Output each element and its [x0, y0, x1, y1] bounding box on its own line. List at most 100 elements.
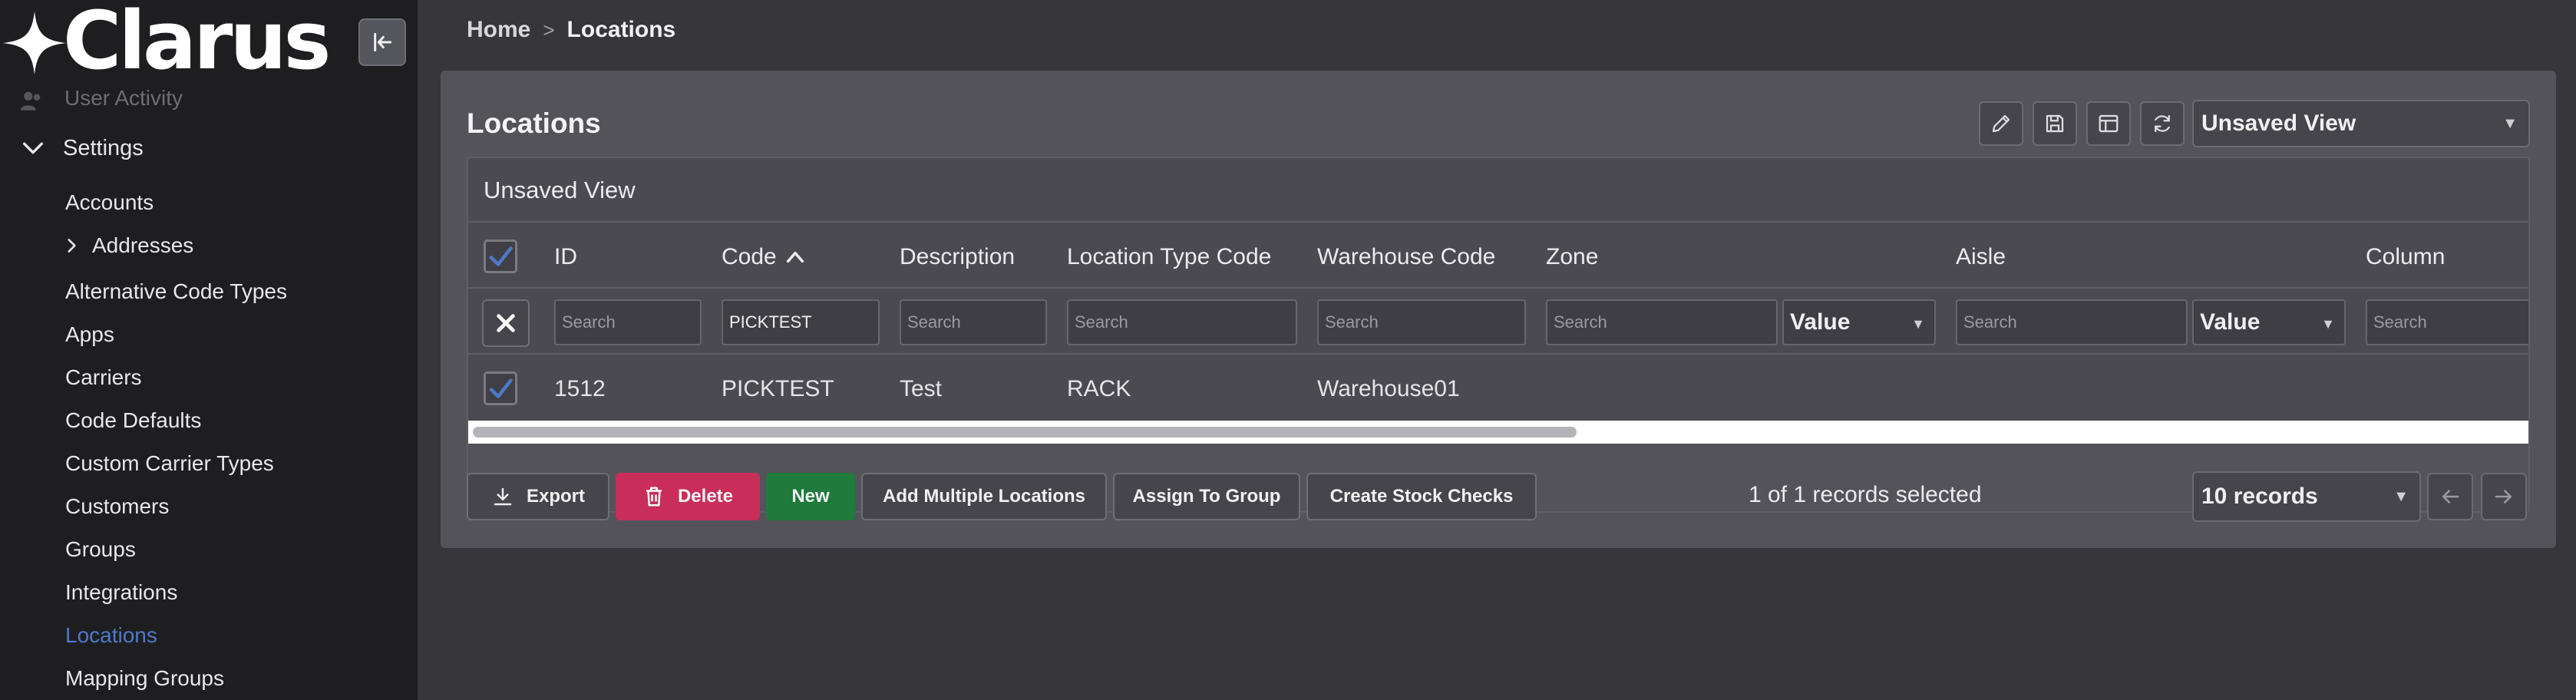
sidebar-item-integrations[interactable]: Integrations [65, 580, 177, 605]
add-multiple-locations-button[interactable]: Add Multiple Locations [861, 473, 1107, 520]
view-select-value: Unsaved View [2201, 111, 2356, 136]
sidebar-item-settings[interactable]: Settings [20, 135, 144, 161]
sidebar-item-custom-carrier-types[interactable]: Custom Carrier Types [65, 451, 274, 476]
view-select[interactable]: Unsaved View ▼ [2192, 100, 2530, 147]
locations-grid: Unsaved View ID Code Description Locatio… [467, 157, 2530, 513]
export-label: Export [526, 486, 585, 507]
delete-label: Delete [677, 486, 734, 507]
layout-icon [2099, 114, 2119, 133]
sidebar-item-user-activity[interactable]: User Activity [64, 86, 183, 111]
save-icon [2046, 114, 2064, 133]
column-header-zone[interactable]: Zone [1546, 244, 1598, 270]
dropdown-arrow-icon: ▼ [1911, 316, 1925, 332]
collapse-sidebar-button[interactable] [358, 18, 406, 66]
assign-to-group-button[interactable]: Assign To Group [1113, 473, 1300, 520]
close-icon [497, 314, 515, 332]
arrow-right-icon [2495, 490, 2512, 504]
filter-column-input[interactable] [2366, 299, 2528, 345]
locations-card: Locations Unsaved View ▼ Unsaved View ID… [441, 71, 2556, 548]
page-size-value: 10 records [2201, 484, 2318, 509]
sidebar-item-label: Addresses [92, 233, 194, 257]
grid-header-row: ID Code Description Location Type Code W… [468, 224, 2528, 289]
cell-description: Test [900, 376, 943, 401]
create-stock-checks-button[interactable]: Create Stock Checks [1306, 473, 1537, 520]
filter-zone-input[interactable] [1546, 299, 1778, 345]
sidebar-item-customers[interactable]: Customers [65, 494, 169, 519]
cell-id: 1512 [554, 376, 606, 401]
refresh-button[interactable] [2140, 101, 2185, 146]
column-header-warehouse-code[interactable]: Warehouse Code [1317, 244, 1495, 270]
filter-warehouse-code-input[interactable] [1317, 299, 1526, 345]
column-header-column[interactable]: Column [2366, 244, 2445, 270]
chevron-right-icon [68, 239, 76, 253]
sidebar-item-mapping-groups[interactable]: Mapping Groups [65, 666, 224, 691]
sidebar-item-label: Settings [63, 135, 144, 160]
column-header-label: Code [722, 244, 777, 269]
filter-zone-operator-select[interactable]: Value ▼ [1782, 299, 1936, 345]
table-row[interactable]: 1512 PICKTEST Test RACK Warehouse01 [468, 356, 2528, 421]
edit-view-button[interactable] [1979, 101, 2023, 146]
app-logo[interactable]: Clarus [2, 0, 347, 88]
new-button[interactable]: New [766, 473, 855, 520]
collapse-left-icon [374, 32, 392, 52]
clear-filters-button[interactable] [482, 299, 530, 347]
filter-aisle-input[interactable] [1956, 299, 2188, 345]
filter-code-input[interactable] [722, 299, 880, 345]
breadcrumb-separator: > [543, 18, 555, 41]
column-header-id[interactable]: ID [554, 244, 577, 270]
next-page-button[interactable] [2481, 473, 2527, 520]
cell-location-type-code: RACK [1067, 376, 1131, 401]
select-all-checkbox[interactable] [484, 239, 517, 273]
filter-location-type-code-input[interactable] [1067, 299, 1297, 345]
sort-ascending-icon [786, 251, 804, 263]
sparkle-logo-icon [2, 11, 67, 75]
sidebar-item-code-defaults[interactable]: Code Defaults [65, 408, 201, 433]
grid-caption: Unsaved View [468, 158, 2528, 223]
sidebar-item-alternative-code-types[interactable]: Alternative Code Types [65, 279, 287, 304]
column-header-aisle[interactable]: Aisle [1956, 244, 2006, 270]
sidebar: Clarus User Activity Settings Accounts A… [0, 0, 418, 700]
pencil-icon [1992, 114, 2010, 133]
save-view-button[interactable] [2033, 101, 2077, 146]
breadcrumb-home[interactable]: Home [467, 17, 530, 43]
filter-description-input[interactable] [900, 299, 1047, 345]
page-size-select[interactable]: 10 records ▼ [2192, 471, 2421, 522]
page-title: Locations [467, 107, 601, 139]
chevron-down-icon [22, 142, 44, 154]
checkmark-icon [489, 378, 513, 398]
download-icon [494, 487, 512, 506]
dropdown-arrow-icon: ▼ [2502, 115, 2518, 132]
column-header-description[interactable]: Description [900, 244, 1015, 270]
sidebar-item-carriers[interactable]: Carriers [65, 365, 142, 390]
sidebar-item-addresses[interactable]: Addresses [61, 233, 193, 258]
column-header-location-type-code[interactable]: Location Type Code [1067, 244, 1271, 270]
delete-button[interactable]: Delete [616, 473, 760, 520]
previous-page-button[interactable] [2427, 473, 2473, 520]
export-button[interactable]: Export [467, 473, 609, 520]
horizontal-scrollbar[interactable] [468, 421, 2528, 444]
sidebar-item-apps[interactable]: Apps [65, 322, 114, 347]
grid-filter-row: Value ▼ Value ▼ [468, 290, 2528, 355]
filter-aisle-operator-select[interactable]: Value ▼ [2192, 299, 2346, 345]
arrow-left-icon [2442, 490, 2459, 504]
column-header-code[interactable]: Code [722, 244, 807, 270]
sidebar-item-groups[interactable]: Groups [65, 537, 136, 562]
filter-id-input[interactable] [554, 299, 702, 345]
scrollbar-thumb[interactable] [473, 427, 1577, 438]
sidebar-item-accounts[interactable]: Accounts [65, 190, 154, 215]
checkmark-icon [489, 246, 513, 266]
sidebar-item-locations[interactable]: Locations [65, 623, 157, 648]
refresh-icon [2155, 114, 2170, 133]
users-icon [20, 91, 41, 111]
breadcrumb: Home > Locations [467, 17, 675, 43]
breadcrumb-current: Locations [566, 17, 676, 42]
dropdown-arrow-icon: ▼ [2321, 316, 2335, 332]
selection-status: 1 of 1 records selected [1749, 482, 1982, 507]
layout-button[interactable] [2086, 101, 2131, 146]
app-name: Clarus [63, 0, 331, 88]
operator-value: Value [1790, 309, 1851, 335]
cell-code: PICKTEST [722, 376, 834, 401]
row-select-checkbox[interactable] [484, 371, 517, 405]
trash-icon [646, 487, 662, 507]
cell-warehouse-code: Warehouse01 [1317, 376, 1460, 401]
